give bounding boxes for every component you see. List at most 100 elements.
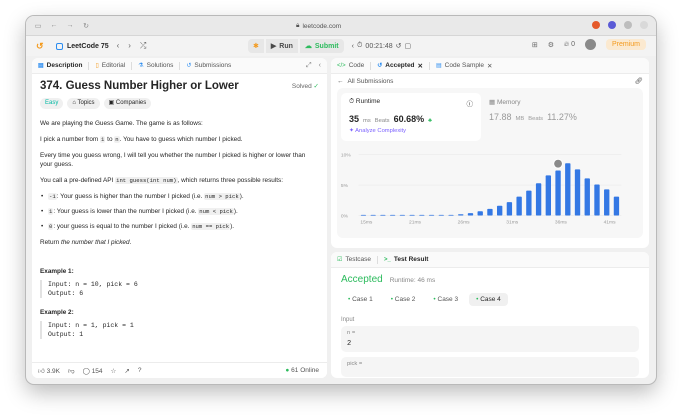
- chart-bar[interactable]: [370, 214, 376, 216]
- link-icon[interactable]: 🔗︎: [635, 77, 643, 85]
- chart-bar[interactable]: [399, 214, 406, 216]
- reset-icon[interactable]: ↺: [396, 42, 402, 50]
- emphasis: the number that I picked: [60, 239, 130, 246]
- runtime-card[interactable]: ⏱ Runtime ⓘ 35 ms Beats 60.68% ♣ ✦ Analyz…: [341, 93, 481, 141]
- topics-label: Topics: [77, 100, 95, 106]
- tab-code-sample[interactable]: ▤ Code Sample ✕: [430, 58, 499, 74]
- like-button[interactable]: 👍︎ 3.9K: [38, 367, 60, 375]
- chart-bar[interactable]: [594, 184, 600, 216]
- star-icon[interactable]: ☆: [111, 367, 117, 375]
- chart-bar[interactable]: [584, 178, 590, 216]
- shuffle-icon[interactable]: ⤮: [140, 41, 146, 51]
- memory-card[interactable]: ▦ Memory 17.88 MB Beats 11.27%: [489, 98, 629, 122]
- help-icon[interactable]: ?: [138, 367, 142, 374]
- tab-code[interactable]: </> Code: [331, 58, 370, 74]
- chart-bar[interactable]: [574, 169, 581, 216]
- case-label: Case 2: [394, 296, 416, 303]
- companies-chip[interactable]: ▣ Companies: [103, 98, 152, 109]
- all-submissions-link[interactable]: All Submissions: [348, 78, 394, 85]
- chart-bar[interactable]: [477, 211, 483, 216]
- chart-bar[interactable]: [419, 214, 425, 216]
- settings-gear-icon[interactable]: ⚙: [548, 41, 554, 49]
- tab-testcase[interactable]: ☑ Testcase: [331, 252, 377, 268]
- leetcode-logo-icon[interactable]: ↺: [36, 41, 46, 51]
- chart-bar[interactable]: [535, 183, 542, 216]
- reload-icon[interactable]: ↻: [82, 22, 90, 30]
- sidebar-toggle-icon[interactable]: ▭: [34, 22, 42, 30]
- case-tab[interactable]: • Case 3: [426, 293, 465, 306]
- chart-bar[interactable]: [428, 214, 435, 216]
- chart-bar[interactable]: [506, 202, 513, 216]
- chart-bar[interactable]: [555, 170, 561, 216]
- avatar[interactable]: [584, 39, 596, 50]
- page-title: 374. Guess Number Higher or Lower Solved…: [40, 80, 319, 92]
- info-icon: ⓘ: [466, 101, 474, 108]
- chart-bar[interactable]: [496, 205, 503, 216]
- tabs-icon[interactable]: [640, 21, 648, 29]
- chart-bar[interactable]: [565, 163, 571, 216]
- chart-bar[interactable]: [448, 214, 454, 216]
- premium-button[interactable]: Premium: [605, 39, 646, 50]
- difficulty-badge[interactable]: Easy: [40, 98, 64, 109]
- prev-problem-icon[interactable]: ‹: [117, 41, 120, 51]
- run-button[interactable]: ▶ Run: [265, 39, 298, 53]
- layout-icon[interactable]: ⊞: [532, 41, 538, 49]
- comments-button[interactable]: ◯ 154: [83, 367, 103, 375]
- chart-bar[interactable]: [526, 190, 532, 216]
- example-input: Input: n = 1, pick = 1: [48, 322, 134, 329]
- url-text: leetcode.com: [302, 22, 342, 30]
- maximize-icon[interactable]: ⤢: [306, 62, 312, 70]
- chart-bar[interactable]: [380, 214, 386, 216]
- forward-icon[interactable]: →: [66, 22, 74, 29]
- tab-editorial[interactable]: ▯ Editorial: [89, 58, 131, 74]
- back-arrow-icon[interactable]: ←: [337, 78, 344, 85]
- chart-bar[interactable]: [458, 214, 464, 216]
- chip-icon: ▦: [489, 99, 496, 106]
- tab-accepted[interactable]: ↺ Accepted ✕: [371, 58, 429, 74]
- back-icon[interactable]: ←: [50, 22, 58, 29]
- timer[interactable]: ‹ ⏱ 00:21:48 ↺ ▢: [352, 42, 412, 50]
- chart-bar[interactable]: [409, 214, 415, 216]
- tab-description[interactable]: ▤ Description: [32, 58, 88, 74]
- collapse-icon[interactable]: ‹: [319, 62, 321, 70]
- description-tabs: ▤ Description ▯ Editorial ⚗ Solutions ↺ Subm…: [32, 58, 327, 74]
- dislike-button[interactable]: 👎︎: [68, 367, 75, 375]
- case-tab[interactable]: • Case 4: [469, 293, 508, 306]
- runtime-distribution-chart[interactable]: 10% 5% 0% 15ms 21ms 26ms 31ms 36ms 41ms: [337, 146, 637, 236]
- notes-icon[interactable]: ▢: [405, 42, 412, 50]
- chart-bar[interactable]: [604, 189, 610, 216]
- chart-bar[interactable]: [389, 214, 396, 216]
- browser-toolbar: ▭ ← → ↻ 🔒︎ leetcode.com: [26, 16, 656, 36]
- address-bar[interactable]: 🔒︎ leetcode.com: [296, 20, 341, 32]
- submit-button[interactable]: ☁ Submit: [299, 39, 344, 53]
- extension-icon[interactable]: [592, 21, 600, 29]
- chart-bar[interactable]: [613, 196, 620, 216]
- chart-bar[interactable]: [516, 196, 522, 216]
- tab-submissions[interactable]: ↺ Submissions: [180, 58, 237, 74]
- problem-list-breadcrumb[interactable]: LeetCode 75: [56, 42, 109, 50]
- case-tab[interactable]: • Case 1: [341, 293, 380, 306]
- tab-solutions[interactable]: ⚗ Solutions: [132, 58, 179, 74]
- chart-bar[interactable]: [467, 213, 474, 216]
- chart-bar[interactable]: [438, 214, 444, 216]
- close-icon[interactable]: ✕: [487, 62, 492, 70]
- share-icon[interactable]: ↗: [124, 367, 129, 375]
- topics-chip[interactable]: ⌂ Topics: [67, 98, 100, 109]
- streak-counter[interactable]: 🔥︎ 0: [564, 41, 575, 49]
- case-tab[interactable]: • Case 2: [384, 293, 423, 306]
- text: ).: [239, 193, 244, 200]
- next-problem-icon[interactable]: ›: [128, 41, 131, 51]
- extension-icon[interactable]: [608, 21, 616, 29]
- close-icon[interactable]: ✕: [418, 62, 423, 70]
- debug-button[interactable]: ✱: [248, 39, 264, 53]
- chevron-left-icon[interactable]: ‹: [352, 43, 354, 50]
- example-box: Input: n = 10, pick = 6 Output: 6: [40, 280, 319, 298]
- editor-tabs: </> Code ↺ Accepted ✕ ▤ Code Sample ✕: [331, 58, 649, 74]
- y-tick-label: 0%: [341, 213, 349, 219]
- analyze-complexity-button[interactable]: ✦ Analyze Complexity: [349, 128, 473, 134]
- chart-bar[interactable]: [487, 208, 493, 216]
- chart-bar[interactable]: [360, 214, 367, 216]
- tab-test-result[interactable]: >_ Test Result: [378, 252, 434, 268]
- extension-icon[interactable]: [624, 21, 632, 29]
- chart-bar[interactable]: [545, 175, 552, 216]
